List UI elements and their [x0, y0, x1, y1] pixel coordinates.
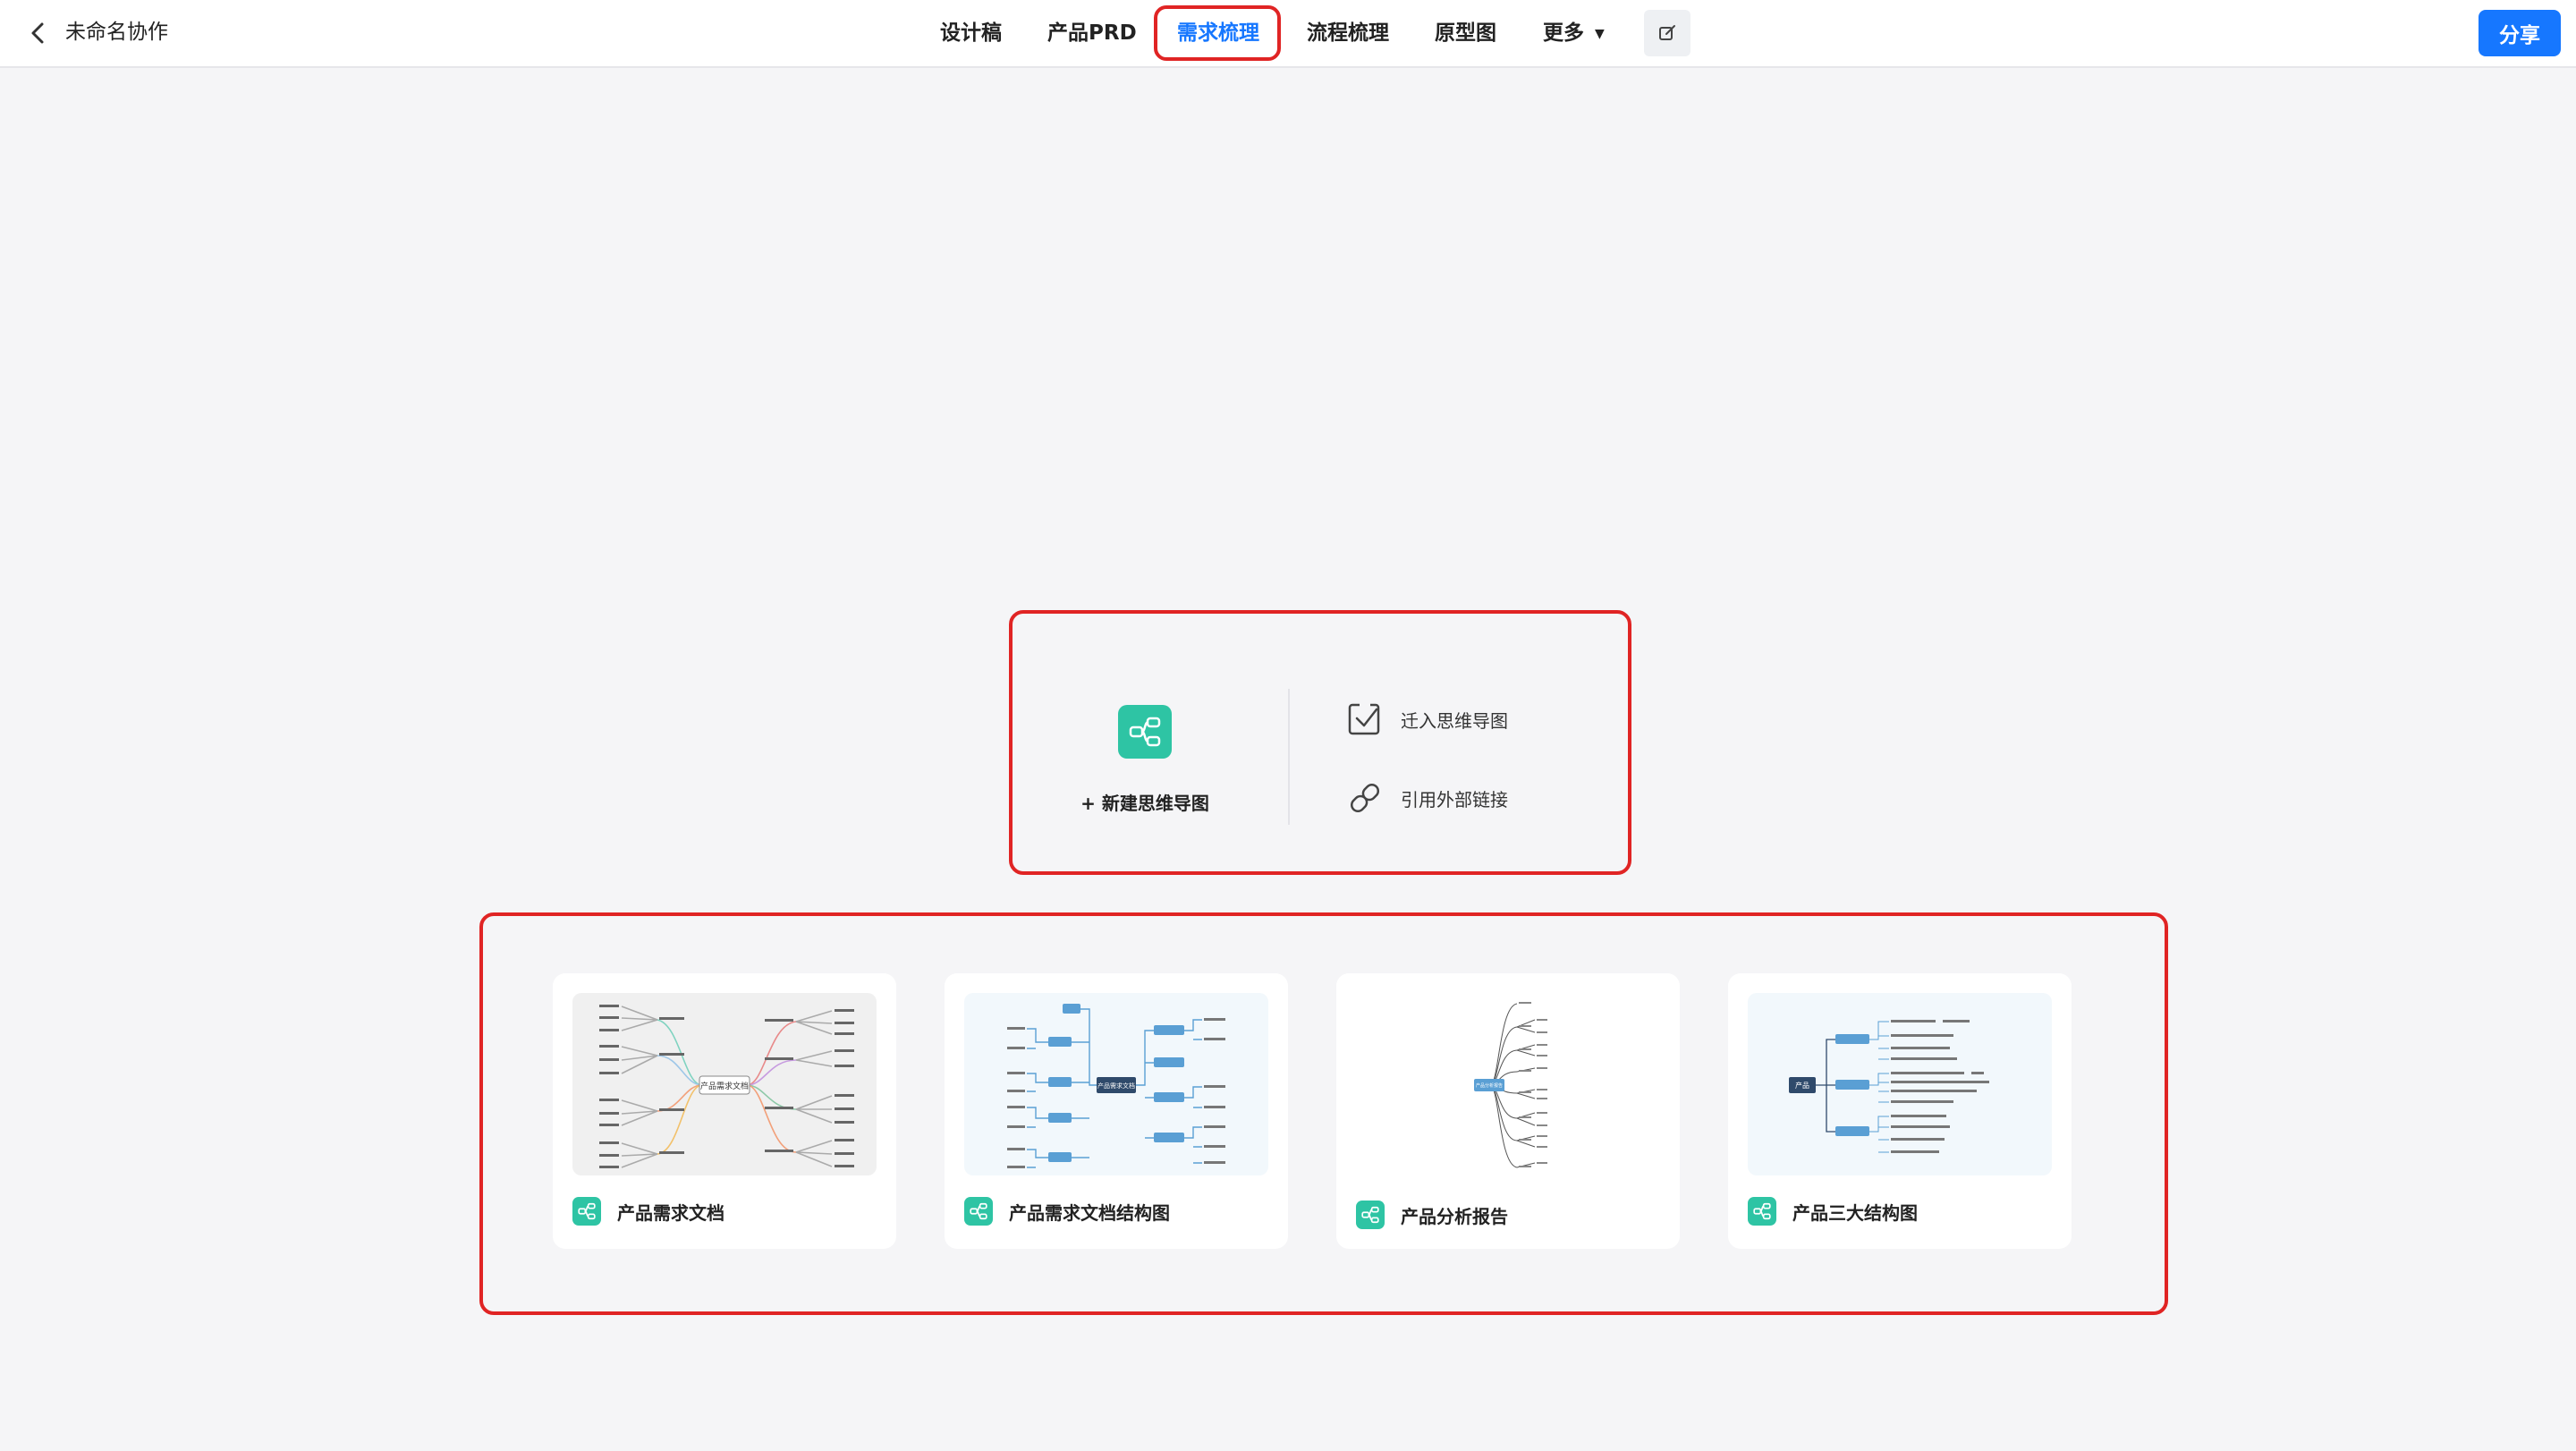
tab-flow[interactable]: 流程梳理 [1307, 16, 1389, 50]
template-card[interactable]: 产品需求文档 产品需求文档 [553, 973, 896, 1249]
thumbnail-center-label: 产品需求文档 [1097, 1082, 1135, 1090]
mindmap-icon [1356, 1201, 1385, 1229]
import-mindmap-label: 迁入思维导图 [1401, 709, 1508, 732]
external-link-label: 引用外部链接 [1401, 788, 1508, 810]
tab-prd[interactable]: 产品PRD [1047, 16, 1137, 50]
back-arrow-icon [31, 22, 44, 44]
template-card[interactable]: 产品分析报告 产品分析报告 [1336, 973, 1680, 1249]
tab-prototype[interactable]: 原型图 [1435, 16, 1496, 50]
mindmap-icon [572, 1197, 601, 1226]
template-caption: 产品分析报告 [1356, 1201, 1508, 1229]
template-title: 产品三大结构图 [1792, 1201, 1918, 1224]
template-title: 产品分析报告 [1401, 1205, 1508, 1227]
link-icon [1350, 783, 1380, 813]
actions-divider [1288, 689, 1290, 825]
tab-design[interactable]: 设计稿 [940, 16, 1002, 50]
new-mindmap-label: + 新建思维导图 [1080, 793, 1209, 814]
tab-more[interactable]: 更多 ▼ [1543, 16, 1605, 50]
mindmap-icon [1748, 1197, 1776, 1226]
back-button[interactable] [20, 15, 55, 51]
template-caption: 产品三大结构图 [1748, 1197, 1918, 1226]
template-thumbnail: 产品 [1748, 993, 2052, 1175]
external-link-option[interactable]: 引用外部链接 [1347, 780, 1508, 816]
template-thumbnail: 产品需求文档 [964, 993, 1268, 1175]
thumbnail-center-label: 产品分析报告 [1476, 1082, 1503, 1089]
mindmap-icon [964, 1197, 993, 1226]
template-title: 产品需求文档 [617, 1201, 724, 1224]
template-title: 产品需求文档结构图 [1009, 1201, 1170, 1224]
template-thumbnail: 产品分析报告 [1356, 993, 1660, 1175]
edit-tabs-button[interactable] [1644, 10, 1690, 56]
template-caption: 产品需求文档结构图 [964, 1197, 1170, 1226]
doc-title[interactable]: 未命名协作 [65, 17, 168, 47]
new-mindmap-button[interactable]: + 新建思维导图 [1054, 689, 1236, 823]
tab-more-label: 更多 [1543, 21, 1584, 45]
template-card[interactable]: 产品需求文档 产品需求文档结构图 [945, 973, 1288, 1249]
tab-requirements[interactable]: 需求梳理 [1177, 16, 1259, 50]
thumbnail-center-label: 产品 [1795, 1081, 1809, 1090]
thumbnail-center-label: 产品需求文档 [700, 1081, 749, 1091]
template-caption: 产品需求文档 [572, 1197, 724, 1226]
edit-icon [1659, 25, 1675, 40]
top-bar: 未命名协作 设计稿 产品PRD 需求梳理 流程梳理 原型图 更多 ▼ 分享 [0, 0, 2576, 68]
template-card[interactable]: 产品 产品三大结构图 [1728, 973, 2072, 1249]
template-thumbnail: 产品需求文档 [572, 993, 877, 1175]
share-button[interactable]: 分享 [2479, 10, 2561, 56]
import-mindmap-option[interactable]: 迁入思维导图 [1347, 701, 1508, 737]
caret-down-icon: ▼ [1595, 26, 1605, 41]
mindmap-icon [1118, 705, 1172, 759]
import-icon [1348, 703, 1380, 735]
